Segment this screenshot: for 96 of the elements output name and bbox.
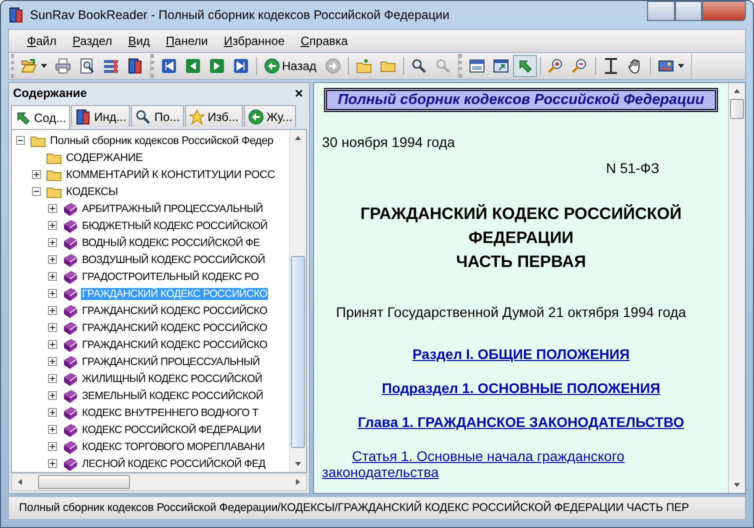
document-heading: ГРАЖДАНСКИЙ КОДЕКС РОССИЙСКОЙ — [359, 203, 683, 225]
document-heading: ЧАСТЬ ПЕРВАЯ — [455, 252, 587, 273]
menu-item[interactable]: Избранное — [216, 34, 293, 48]
expand-icon[interactable] — [48, 204, 57, 213]
image-icon — [658, 58, 674, 74]
tab[interactable]: Инд... — [71, 105, 130, 127]
maximize-button[interactable] — [675, 1, 702, 21]
search-icon — [435, 58, 452, 74]
expand-icon[interactable] — [48, 374, 57, 383]
expand-icon[interactable] — [48, 408, 57, 417]
status-bar: Полный сборник кодексов Российской Федерации/КОДЕКСЫ/ГРАЖДАНСКИЙ КОДЕКС РОССИЙСКОЙ ФЕДЕРАЦИИ ЧАСТЬ ПЕР — [8, 496, 746, 520]
tree-item[interactable]: ЖИЛИЩНЫЙ КОДЕКС РОССИЙСКОЙ — [81, 372, 264, 384]
document-link[interactable]: Подраздел 1. ОСНОВНЫЕ ПОЛОЖЕНИЯ — [382, 380, 660, 396]
expand-icon[interactable] — [48, 340, 57, 349]
expand-icon[interactable] — [32, 170, 41, 179]
tree-item[interactable]: ГРАЖДАНСКИЙ КОДЕКС РОССИЙСКО — [81, 304, 268, 316]
document-banner: Полный сборник кодексов Российской Федерации — [324, 88, 718, 112]
document-text: Принят Государственной Думой 21 октября 1994 года — [335, 304, 688, 320]
arrow-icon — [517, 58, 534, 74]
search-icon — [135, 108, 152, 124]
tree-item[interactable]: АРБИТРАЖНЫЙ ПРОЦЕССУАЛЬНЫЙ — [81, 202, 264, 214]
expand-icon[interactable] — [48, 289, 57, 298]
caret-icon — [41, 64, 47, 68]
tree-item[interactable]: ЗЕМЕЛЬНЫЙ КОДЕКС РОССИЙСКОЙ — [81, 390, 264, 402]
zoom-in-icon — [548, 58, 564, 74]
tree-item[interactable]: КОММЕНТАРИЙ К КОНСТИТУЦИИ РОСС — [65, 168, 276, 180]
scrollbar[interactable] — [728, 83, 745, 493]
tree-item[interactable]: ВОДНЫЙ КОДЕКС РОССИЙСКОЙ ФЕ — [81, 236, 261, 248]
text-cursor-icon — [603, 58, 620, 74]
app-icon — [8, 7, 24, 23]
caret-icon — [678, 64, 684, 68]
star-icon — [188, 108, 205, 124]
tree-item[interactable]: КОДЕКСЫ — [65, 186, 119, 198]
document-heading: ФЕДЕРАЦИИ — [467, 228, 575, 249]
expand-icon[interactable] — [48, 442, 57, 451]
expand-icon[interactable] — [48, 459, 57, 468]
document-link[interactable]: Раздел I. ОБЩИЕ ПОЛОЖЕНИЯ — [412, 346, 630, 362]
tree-item[interactable]: КОДЕКС РОССИЙСКОЙ ФЕДЕРАЦИИ — [81, 424, 262, 436]
tree-item[interactable]: КОДЕКС ТОРГОВОГО МОРЕПЛАВАНИ — [81, 440, 266, 452]
first-page-icon — [161, 58, 177, 74]
tab[interactable]: По... — [131, 105, 184, 127]
next-icon — [209, 58, 225, 74]
last-page-icon — [233, 58, 249, 74]
expand-icon[interactable] — [48, 272, 57, 281]
menu-item[interactable]: Справка — [292, 34, 356, 48]
expand-icon[interactable] — [48, 323, 57, 332]
tree-item[interactable]: КОДЕКС ВНУТРЕННЕГО ВОДНОГО Т — [81, 406, 260, 418]
expand-icon[interactable] — [48, 255, 57, 264]
tree-item[interactable]: СОДЕРЖАНИЕ — [65, 152, 144, 164]
forward-icon — [325, 58, 342, 74]
scrollbar[interactable] — [289, 130, 306, 472]
window-title: SunRav BookReader - Полный сборник кодексов Российской Федерации — [30, 8, 450, 22]
document-link[interactable]: Глава 1. ГРАЖДАНСКОЕ ЗАКОНОДАТЕЛЬСТВО — [358, 414, 684, 430]
printer-icon — [55, 58, 71, 74]
collapse-icon[interactable] — [32, 187, 41, 196]
close-button[interactable]: × — [292, 86, 305, 100]
tree-item[interactable]: Полный сборник кодексов Российской Федер — [49, 134, 274, 146]
new-folder-icon — [356, 58, 372, 74]
back-icon — [264, 58, 280, 74]
expand-icon[interactable] — [48, 221, 57, 230]
previous-icon — [185, 58, 201, 74]
document-number: N 51-ФЗ — [606, 160, 660, 176]
panel-title: Содержание — [13, 86, 87, 100]
menu-item[interactable]: Вид — [120, 34, 158, 48]
tree-item[interactable]: ЛЕСНОЙ КОДЕКС РОССИЙСКОЙ ФЕД — [81, 458, 266, 470]
collapse-icon[interactable] — [16, 136, 25, 145]
document-link[interactable]: Статья 1. Основные начала гражданского законодательства — [322, 448, 720, 480]
scrollbar[interactable] — [11, 473, 307, 491]
tree-item[interactable]: ГРАДОСТРОИТЕЛЬНЫЙ КОДЕКС РО — [81, 270, 260, 282]
tab[interactable]: Жу... — [244, 105, 296, 127]
list-icon — [103, 58, 119, 74]
back-button[interactable]: Назад — [260, 55, 322, 77]
arrow-icon — [15, 110, 31, 126]
menu-item[interactable]: Файл — [19, 34, 65, 48]
open-folder-icon — [21, 58, 37, 74]
tree-item[interactable]: ГРАЖДАНСКИЙ КОДЕКС РОССИЙСКО — [81, 322, 268, 334]
expand-icon[interactable] — [48, 357, 57, 366]
layout-icon — [469, 58, 486, 74]
tab[interactable]: Сод... — [11, 105, 70, 129]
tree-item[interactable]: ГРАЖДАНСКИЙ ПРОЦЕССУАЛЬНЫЙ — [81, 356, 261, 368]
expand-icon[interactable] — [48, 238, 57, 247]
search-icon — [411, 58, 428, 74]
menu-item[interactable]: Раздел — [64, 34, 120, 48]
expand-icon[interactable] — [48, 425, 57, 434]
tab[interactable]: Изб... — [184, 105, 243, 127]
minimize-button[interactable] — [647, 1, 675, 21]
document-preview-icon — [79, 58, 95, 74]
expand-icon[interactable] — [48, 391, 57, 400]
tree-item[interactable]: ГРАЖДАНСКИЙ КОДЕКС РОССИЙСКО — [81, 338, 268, 350]
window-icon — [493, 58, 510, 74]
tree-item[interactable]: БЮДЖЕТНЫЙ КОДЕКС РОССИЙСКОЙ — [81, 220, 269, 232]
document-date: 30 ноября 1994 года — [322, 134, 456, 150]
zoom-out-icon — [572, 58, 588, 74]
expand-icon[interactable] — [48, 306, 57, 315]
tree-item[interactable]: ВОЗДУШНЫЙ КОДЕКС РОССИЙСКОЙ — [81, 254, 266, 266]
menu-item[interactable]: Панели — [158, 34, 216, 48]
